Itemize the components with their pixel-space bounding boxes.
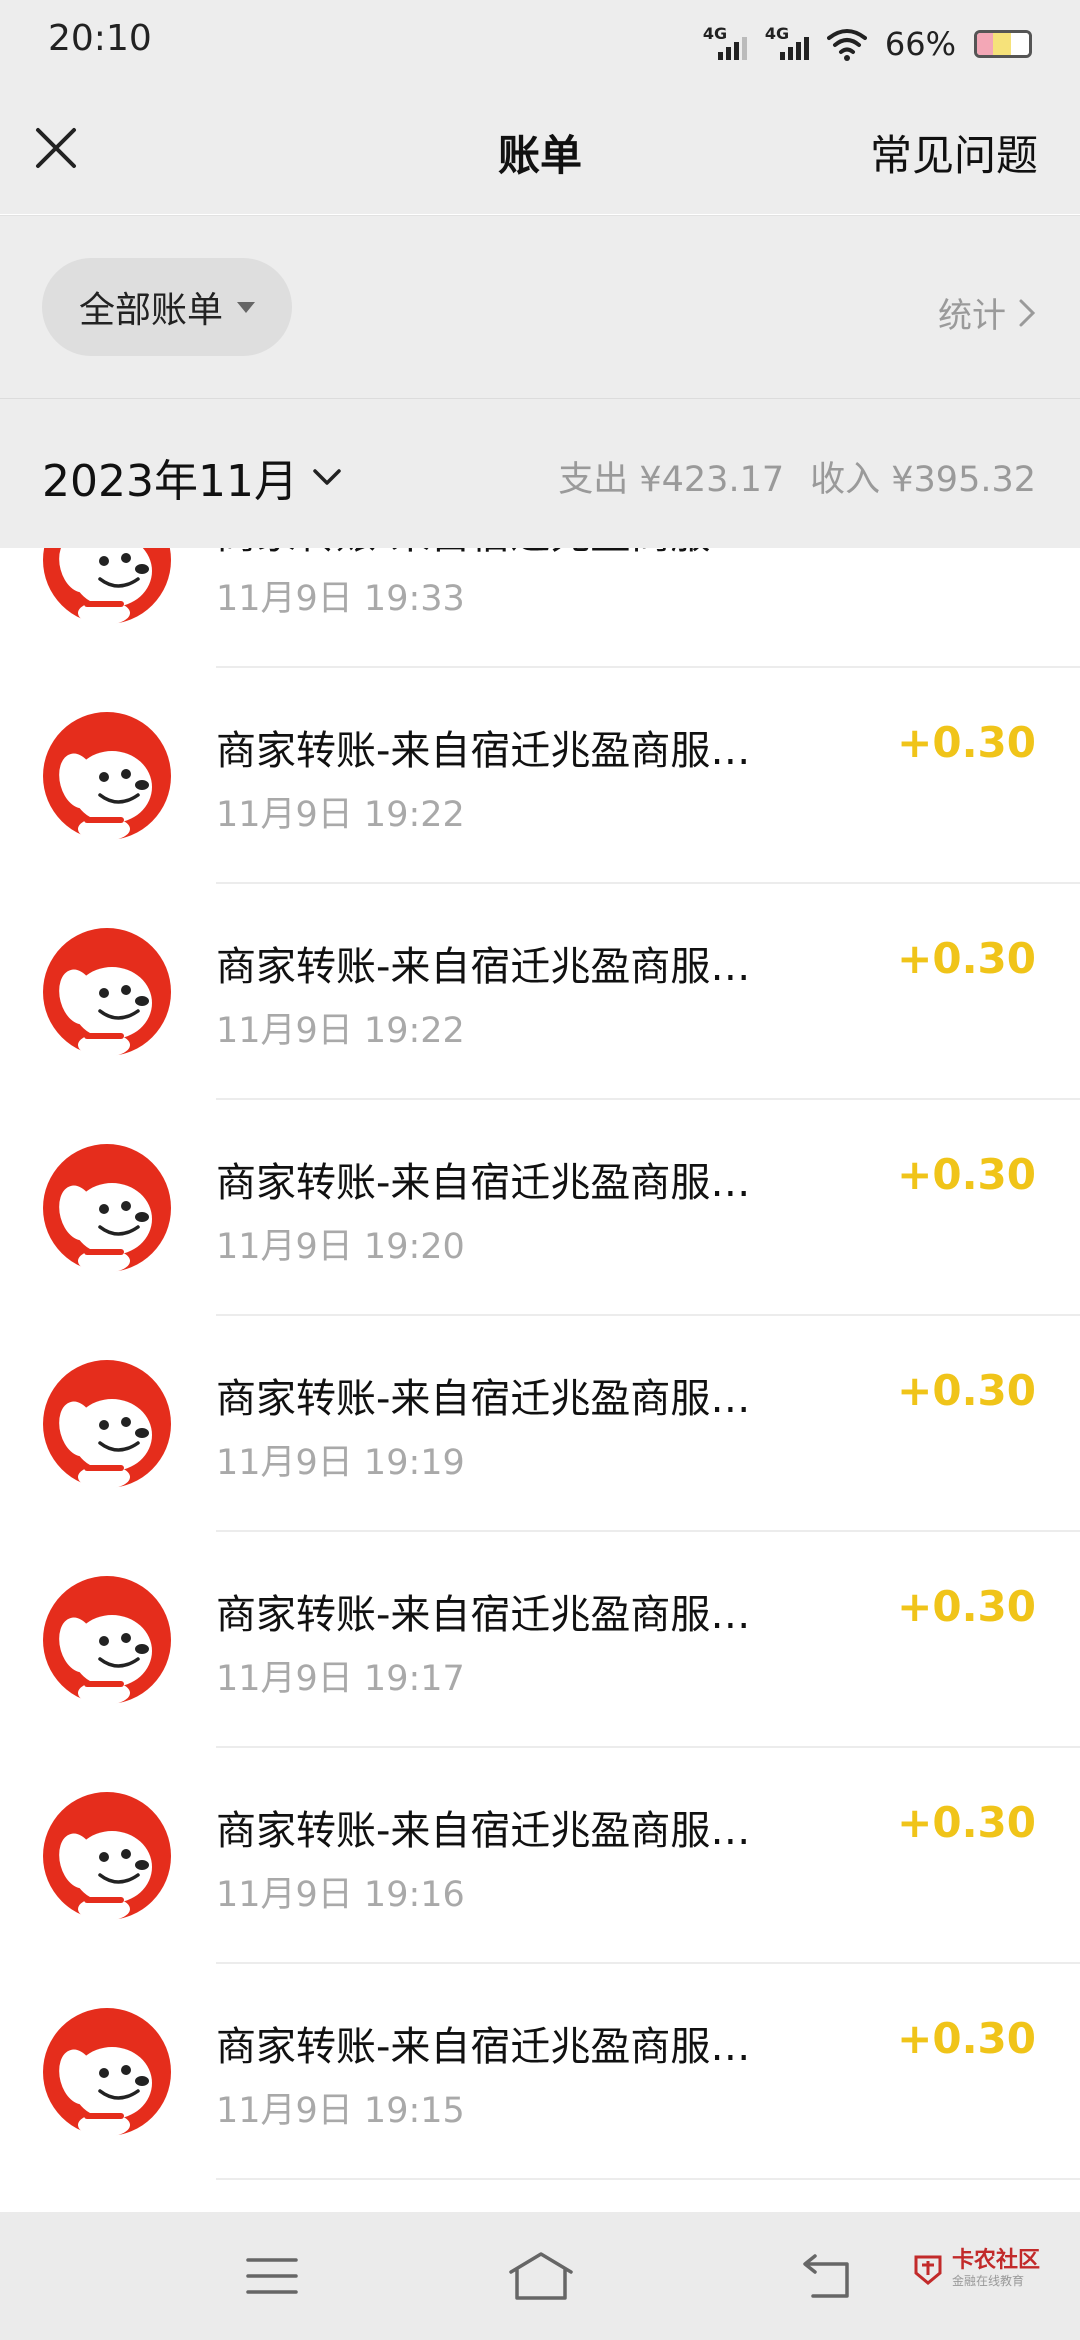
month-summary-bar: 2023年11月 支出 ¥423.17 收入 ¥395.32 [0,398,1080,549]
month-label: 2023年11月 [42,456,298,507]
status-icons: 4G 4G 66% [703,22,1032,66]
jd-dog-mascot-icon [43,548,171,625]
transaction-title: 商家转账-来自宿迁兆盈商服… [216,548,856,560]
jd-dog-mascot-icon [43,2008,171,2137]
month-selector[interactable]: 2023年11月 [42,445,342,509]
transaction-title: 商家转账-来自宿迁兆盈商服… [216,1160,751,1206]
watermark: 卡农社区 金融在线教育 [912,2250,1040,2287]
kanong-logo-icon [914,2255,942,2285]
transaction-amount: +0.30 [897,934,1036,983]
header: 账单 常见问题 [0,84,1080,214]
transaction-time: 11月9日 19:16 [216,1875,465,1915]
income-label: 收入 [810,460,881,500]
transaction-time: 11月9日 19:22 [216,795,465,835]
caret-down-icon [237,301,255,313]
home-icon[interactable] [505,2246,577,2306]
transaction-item[interactable]: 商家转账-来自宿迁兆盈商服… 11月9日 19:15 +0.30 [0,1964,1080,2180]
transaction-time: 11月9日 19:22 [216,1011,465,1051]
transaction-item[interactable]: 商家转账-来自宿迁兆盈商服… 11月9日 19:19 +0.30 [0,1316,1080,1532]
transaction-item[interactable]: 商家转账-来自宿迁兆盈商服… 11月9日 19:22 +0.30 [0,884,1080,1100]
statistics-label: 统计 [938,296,1006,336]
transaction-amount: +0.30 [897,548,1036,551]
transaction-title: 商家转账-来自宿迁兆盈商服… [216,2024,751,2070]
transaction-title: 商家转账-来自宿迁兆盈商服… [216,1808,751,1854]
bill-type-label: 全部账单 [78,290,223,331]
statistics-button[interactable]: 统计 [938,288,1036,337]
transaction-amount: +0.30 [897,1582,1036,1631]
jd-dog-mascot-icon [43,712,171,841]
transaction-amount: +0.30 [897,1150,1036,1199]
cellular-signal-icon: 4G [703,24,747,64]
status-bar: 20:10 4G 4G 66% [0,0,1080,84]
transaction-item[interactable]: 商家转账-来自宿迁兆盈商服… 11月9日 19:20 +0.30 [0,1100,1080,1316]
transaction-title: 商家转账-来自宿迁兆盈商服… [216,944,751,990]
transaction-amount: +0.30 [897,1798,1036,1847]
transaction-time: 11月9日 19:33 [216,579,465,619]
jd-dog-mascot-icon [43,928,171,1057]
transaction-time: 11月9日 19:17 [216,1659,465,1699]
chevron-right-icon [1019,299,1036,326]
back-icon[interactable] [795,2246,855,2306]
transaction-time: 11月9日 19:15 [216,2091,465,2131]
battery-percent: 66% [884,25,956,63]
transaction-item[interactable]: 商家转账-来自宿迁兆盈商服… 11月9日 19:33 +0.30 [0,548,1080,668]
transaction-amount: +0.30 [897,718,1036,767]
income-summary: 收入 ¥395.32 [810,451,1036,502]
battery-icon [974,30,1032,58]
system-nav-bar: 卡农社区 金融在线教育 [0,2212,1080,2340]
transaction-time: 11月9日 19:19 [216,1443,465,1483]
transaction-amount: +0.30 [897,1366,1036,1415]
cellular-signal-icon: 4G [765,24,809,64]
expense-label: 支出 [558,460,629,500]
transaction-item[interactable]: 商家转账-来自宿迁兆盈商服… 11月9日 19:17 +0.30 [0,1532,1080,1748]
menu-icon[interactable] [242,2246,302,2306]
wifi-icon [826,29,867,61]
watermark-sub: 金融在线教育 [951,2274,1024,2288]
expense-summary: 支出 ¥423.17 [558,451,784,502]
bill-type-dropdown[interactable]: 全部账单 [42,258,292,356]
transaction-item[interactable]: 商家转账-来自宿迁兆盈商服… 11月9日 19:22 +0.30 [0,668,1080,884]
faq-button[interactable]: 常见问题 [870,122,1038,183]
chevron-down-icon [313,469,341,485]
transaction-title: 商家转账-来自宿迁兆盈商服… [216,1376,751,1422]
expense-value: ¥423.17 [639,460,785,500]
jd-dog-mascot-icon [43,1360,171,1489]
transaction-title: 商家转账-来自宿迁兆盈商服… [216,728,751,774]
filter-bar: 全部账单 统计 [0,215,1080,399]
watermark-main: 卡农社区 [951,2248,1040,2273]
transaction-time: 11月9日 19:20 [216,1227,465,1267]
jd-dog-mascot-icon [43,1576,171,1705]
transaction-list[interactable]: 商家转账-来自宿迁兆盈商服… 11月9日 19:33 +0.30 商家转账-来自… [0,548,1080,2212]
status-time: 20:10 [48,18,152,59]
transaction-item[interactable]: 商家转账-来自宿迁兆盈商服… 11月9日 19:16 +0.30 [0,1748,1080,1964]
jd-dog-mascot-icon [43,1144,171,1273]
income-value: ¥395.32 [891,460,1036,500]
transaction-amount: +0.30 [897,2014,1036,2063]
month-summary: 支出 ¥423.17 收入 ¥395.32 [558,451,1036,502]
jd-dog-mascot-icon [43,1792,171,1921]
transaction-title: 商家转账-来自宿迁兆盈商服… [216,1592,751,1638]
